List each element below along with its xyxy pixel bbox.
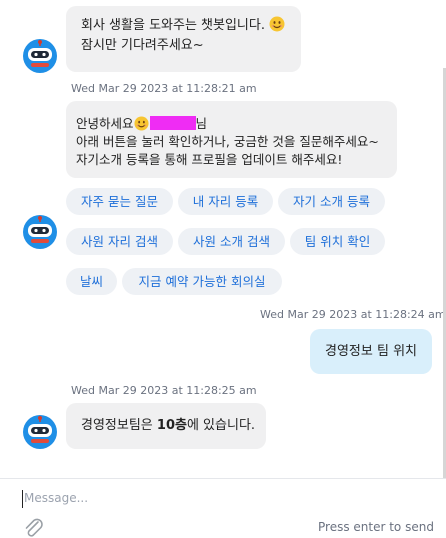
welcome-suffix: 님 [195,116,208,131]
user-message-text: 경영정보 팀 위치 [325,344,417,359]
welcome-line3: 자기소개 등록을 통해 프로필을 업데이트 해주세요! [76,152,343,167]
quick-reply-register-intro[interactable]: 자기 소개 등록 [278,188,385,215]
redacted-username [149,116,196,130]
bot-greeting-line1: 회사 생활을 도와주는 챗봇입니다. [81,18,265,33]
quick-reply-team-location[interactable]: 팀 위치 확인 [290,228,385,255]
quick-reply-register-seat[interactable]: 내 자리 등록 [178,188,273,215]
paperclip-icon[interactable] [22,518,46,538]
bot-welcome-bubble: 안녕하세요 님 아래 버튼을 눌러 확인하거나, 궁금한 것을 질문해주세요~ … [66,101,397,178]
quick-reply-weather[interactable]: 날씨 [66,268,117,295]
message-input[interactable] [24,487,424,509]
welcome-line2: 아래 버튼을 눌러 확인하거나, 궁금한 것을 질문해주세요~ [76,134,379,149]
quick-reply-faq[interactable]: 자주 묻는 질문 [66,188,173,215]
robot-avatar-icon [23,415,57,449]
robot-avatar-icon [23,39,57,73]
smiling-face-emoji [133,116,149,131]
bot-answer-bubble: 경영정보팀은 10층에 있습니다. [66,403,266,449]
smiling-face-emoji [269,16,285,32]
message-timestamp: Wed Mar 29 2023 at 11:28:25 am [71,384,257,397]
answer-prefix: 경영정보팀은 [81,418,157,433]
answer-suffix: 에 있습니다. [186,418,256,433]
user-message-bubble: 경영정보 팀 위치 [310,329,432,374]
message-timestamp: Wed Mar 29 2023 at 11:28:24 am [260,308,446,321]
robot-avatar-icon [23,215,57,249]
welcome-prefix: 안녕하세요 [76,116,134,131]
chat-history[interactable]: 회사 생활을 도와주는 챗봇입니다. 잠시만 기다려주세요~ Wed Mar 2… [0,0,446,478]
quick-reply-available-rooms[interactable]: 지금 예약 가능한 회의실 [122,268,282,295]
message-composer: Press enter to send [0,478,446,538]
quick-reply-search-seat[interactable]: 사원 자리 검색 [66,228,173,255]
answer-floor: 10층 [156,418,187,433]
message-timestamp: Wed Mar 29 2023 at 11:28:21 am [71,82,257,95]
quick-reply-search-intro[interactable]: 사원 소개 검색 [178,228,285,255]
text-caret [22,490,23,508]
bot-greeting-line2: 잠시만 기다려주세요~ [81,38,204,53]
bot-greeting-bubble: 회사 생활을 도와주는 챗봇입니다. 잠시만 기다려주세요~ [66,6,301,72]
send-hint: Press enter to send [318,520,434,534]
